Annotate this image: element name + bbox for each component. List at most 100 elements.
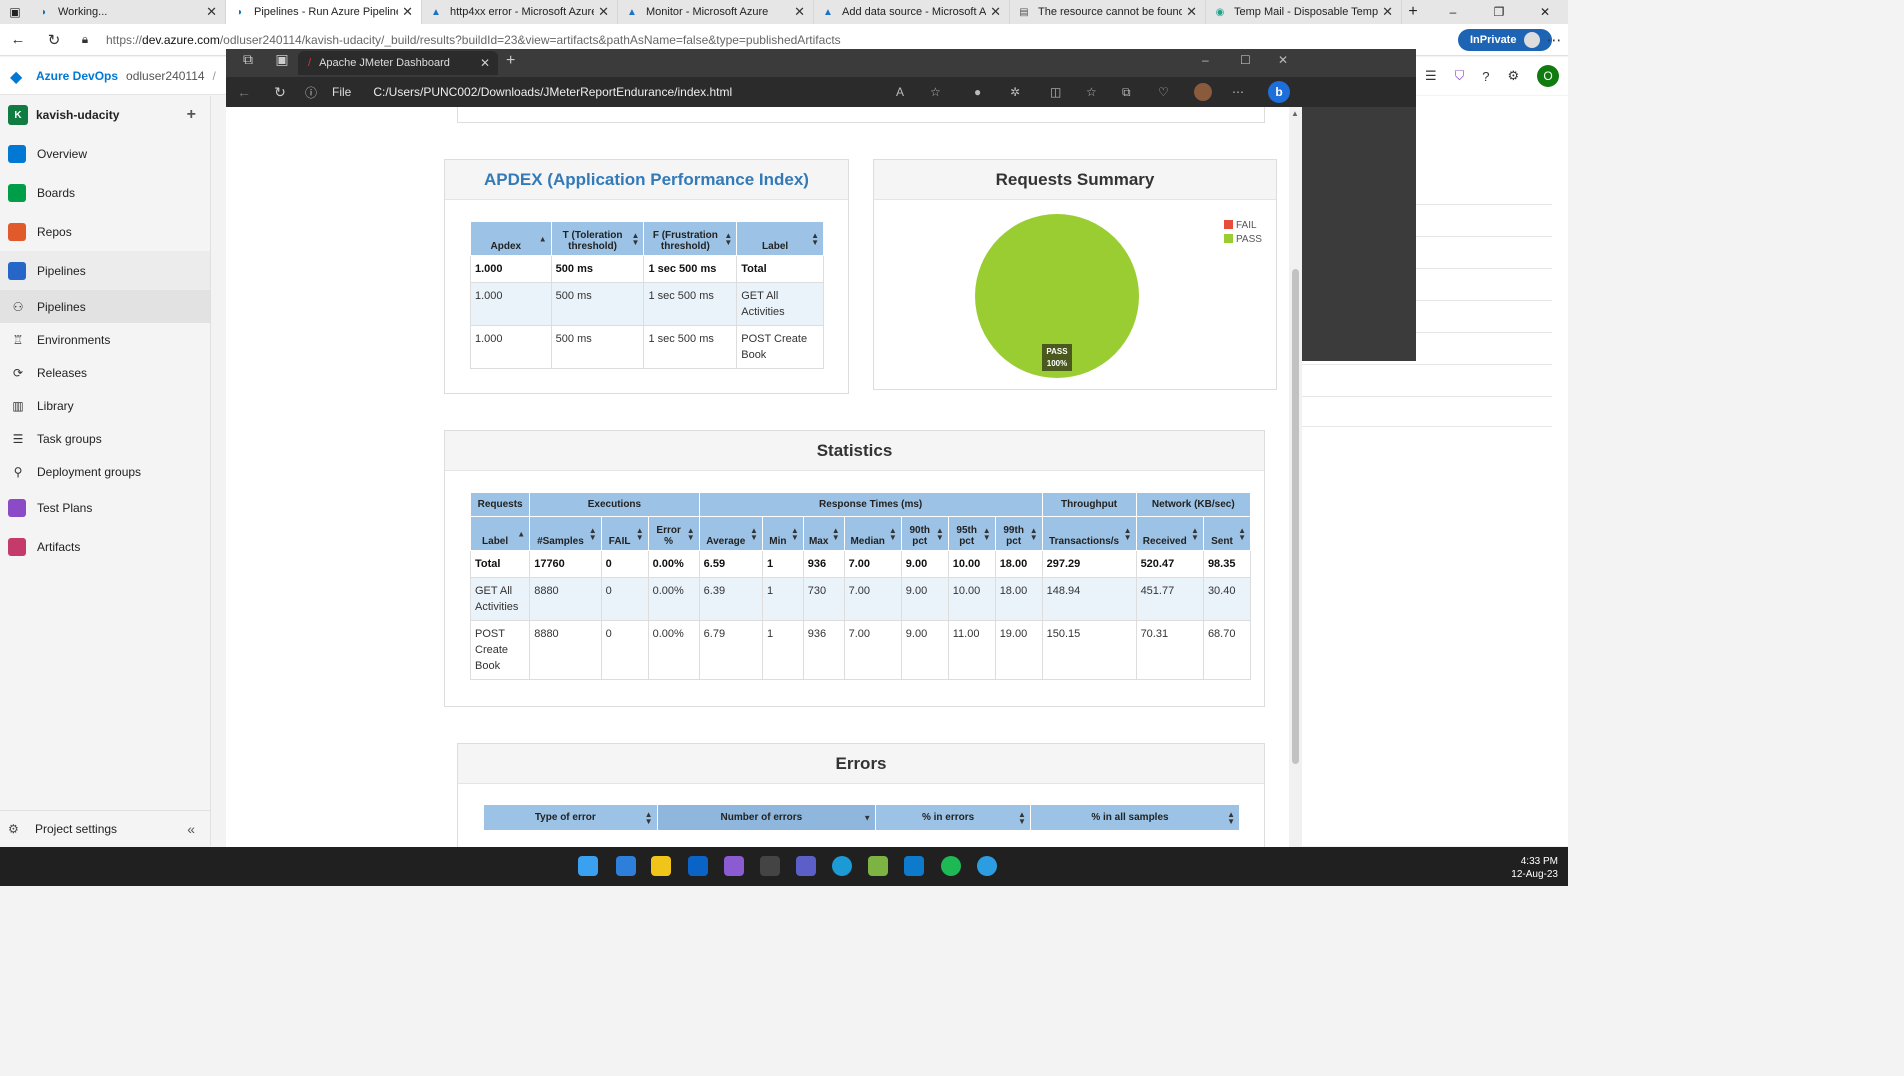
close-tab-icon[interactable]: ✕: [402, 4, 413, 20]
sidebar-subitem-pipelines[interactable]: ⚇ Pipelines: [0, 290, 210, 323]
profile-avatar[interactable]: [1194, 83, 1212, 101]
sort-icon[interactable]: ▲ ▼: [687, 526, 695, 541]
minimize-button[interactable]: –: [1430, 0, 1476, 24]
sort-icon[interactable]: ▲ ▼: [889, 526, 897, 541]
tab-jmeter-dashboard[interactable]: / Apache JMeter Dashboard ✕: [298, 51, 498, 75]
stats-header-90th-pct[interactable]: 90th pct ▲ ▼: [900, 516, 949, 551]
stats-header-99th-pct[interactable]: 99th pct ▲ ▼: [994, 516, 1043, 551]
more-menu-icon[interactable]: ⋯: [1232, 85, 1244, 99]
sidebar-item-overview[interactable]: Overview: [0, 134, 210, 173]
apdex-header-t-toleration-threshold[interactable]: T (Toleration threshold) ▲ ▼: [550, 221, 645, 256]
teams-icon[interactable]: [796, 856, 816, 876]
sort-icon[interactable]: ▲: [517, 530, 525, 538]
more-menu-icon[interactable]: ⋯: [1536, 24, 1572, 56]
azure-devops-logo-icon[interactable]: ◆: [10, 67, 28, 86]
stats-header-fail[interactable]: FAIL ▲ ▼: [600, 516, 649, 551]
restore-button[interactable]: ❐: [1476, 0, 1522, 24]
url-field[interactable]: https://dev.azure.com/odluser240114/kavi…: [106, 33, 886, 47]
errors-header-in-errors[interactable]: % in errors ▲ ▼: [875, 804, 1031, 831]
stats-header-max[interactable]: Max ▲ ▼: [802, 516, 845, 551]
outer-tab[interactable]: ▲ http4xx error - Microsoft Azure ✕: [422, 0, 618, 24]
outer-tab[interactable]: ◉ Temp Mail - Disposable Tempora ✕: [1206, 0, 1402, 24]
pipelines-app-icon[interactable]: [616, 856, 636, 876]
tab-actions-icon[interactable]: ▣: [264, 51, 300, 68]
sort-icon[interactable]: ▲ ▼: [632, 231, 640, 246]
apdex-header-f-frustration-threshold[interactable]: F (Frustration threshold) ▲ ▼: [643, 221, 738, 256]
stats-header-average[interactable]: Average ▲ ▼: [698, 516, 763, 551]
close-tab-icon[interactable]: ✕: [1382, 4, 1393, 20]
scrollbar-thumb[interactable]: [1292, 269, 1299, 764]
outer-tab[interactable]: ◗ Working... ✕: [30, 0, 226, 24]
outer-tab[interactable]: ▲ Monitor - Microsoft Azure ✕: [618, 0, 814, 24]
page-scrollbar[interactable]: ▲: [1289, 107, 1302, 847]
collapse-sidebar-icon[interactable]: «: [187, 821, 195, 837]
sidebar-subitem-task-groups[interactable]: ☰ Task groups: [0, 422, 210, 455]
sort-icon[interactable]: ▲ ▼: [811, 231, 819, 246]
stats-header-transactions-s[interactable]: Transactions/s ▲ ▼: [1041, 516, 1137, 551]
sort-icon[interactable]: ▲ ▼: [750, 526, 758, 541]
sort-icon[interactable]: ▲ ▼: [983, 526, 991, 541]
terminal-icon[interactable]: [760, 856, 780, 876]
new-tab-button[interactable]: +: [506, 52, 515, 70]
system-clock[interactable]: 4:33 PM 12-Aug-23: [1511, 855, 1558, 881]
split-screen-icon[interactable]: ◫: [1050, 85, 1061, 99]
help-icon[interactable]: ?: [1482, 69, 1489, 84]
legend-label-fail[interactable]: FAIL: [1236, 220, 1257, 231]
outer-tab[interactable]: ▤ The resource cannot be found. ✕: [1010, 0, 1206, 24]
health-icon[interactable]: ♡: [1158, 85, 1169, 99]
restore-button[interactable]: ☐: [1240, 53, 1251, 67]
edge-icon[interactable]: [832, 856, 852, 876]
favorite-star-icon[interactable]: ☆: [930, 85, 941, 99]
sort-icon[interactable]: ▲ ▼: [936, 526, 944, 541]
new-tab-button[interactable]: +: [1402, 0, 1424, 24]
read-aloud-icon[interactable]: A: [896, 85, 904, 99]
close-tab-icon[interactable]: ✕: [990, 4, 1001, 20]
sort-icon[interactable]: ▲ ▼: [589, 526, 597, 541]
sort-icon[interactable]: ▲ ▼: [1030, 526, 1038, 541]
sidebar-item-artifacts[interactable]: Artifacts: [0, 527, 210, 566]
minimize-button[interactable]: –: [1202, 53, 1209, 67]
stats-header-sent[interactable]: Sent ▲ ▼: [1202, 516, 1252, 551]
close-window-button[interactable]: ✕: [1522, 0, 1568, 24]
file-explorer-icon[interactable]: [651, 856, 671, 876]
list-icon[interactable]: ☰: [1425, 68, 1437, 84]
close-tab-icon[interactable]: ✕: [794, 4, 805, 20]
close-tab-icon[interactable]: ✕: [206, 4, 217, 20]
favorites-icon[interactable]: ☆: [1086, 85, 1097, 99]
errors-header-number-of-errors[interactable]: Number of errors ▼: [656, 804, 877, 831]
outlook-icon[interactable]: [688, 856, 708, 876]
sidebar-item-repos[interactable]: Repos: [0, 212, 210, 251]
collections-icon[interactable]: ⧉: [1122, 85, 1131, 100]
bing-icon[interactable]: b: [1268, 81, 1290, 103]
refresh-icon[interactable]: ↻: [262, 84, 298, 101]
user-avatar[interactable]: O: [1537, 65, 1560, 87]
start-icon[interactable]: [578, 856, 598, 876]
puzzle-icon[interactable]: ✲: [1010, 85, 1020, 99]
back-arrow-icon[interactable]: ←: [226, 84, 262, 100]
sidebar-subitem-environments[interactable]: ♖ Environments: [0, 323, 210, 356]
errors-header-in-all-samples[interactable]: % in all samples ▲ ▼: [1029, 804, 1241, 831]
back-arrow-icon[interactable]: ←: [0, 31, 36, 48]
sort-icon[interactable]: ▲ ▼: [832, 526, 840, 541]
stats-header-received[interactable]: Received ▲ ▼: [1135, 516, 1204, 551]
outer-tab[interactable]: ▲ Add data source - Microsoft Azu ✕: [814, 0, 1010, 24]
stats-header-label[interactable]: Label ▲: [469, 516, 531, 551]
apdex-header-apdex[interactable]: Apdex ▲: [470, 221, 552, 256]
legend-swatch-fail[interactable]: [1224, 220, 1233, 229]
settings-icon[interactable]: ⚙: [1507, 68, 1519, 84]
notepad-icon[interactable]: [868, 856, 888, 876]
project-selector[interactable]: K kavish-udacity +: [0, 96, 210, 134]
close-tab-icon[interactable]: ✕: [1186, 4, 1197, 20]
spotify-icon[interactable]: [941, 856, 961, 876]
browser-icon[interactable]: [977, 856, 997, 876]
stats-header-95th-pct[interactable]: 95th pct ▲ ▼: [947, 516, 996, 551]
close-window-button[interactable]: ✕: [1278, 53, 1288, 67]
info-icon[interactable]: ⓘ: [298, 84, 324, 101]
sort-icon[interactable]: ▲: [539, 235, 547, 243]
sidebar-item-pipelines[interactable]: Pipelines: [0, 251, 210, 290]
sidebar-subitem-deployment-groups[interactable]: ⚲ Deployment groups: [0, 455, 210, 488]
sort-icon[interactable]: ▲ ▼: [1238, 526, 1246, 541]
project-settings-link[interactable]: ⚙ Project settings «: [0, 810, 211, 846]
sort-icon[interactable]: ▲ ▼: [724, 231, 732, 246]
legend-swatch-pass[interactable]: [1224, 234, 1233, 243]
